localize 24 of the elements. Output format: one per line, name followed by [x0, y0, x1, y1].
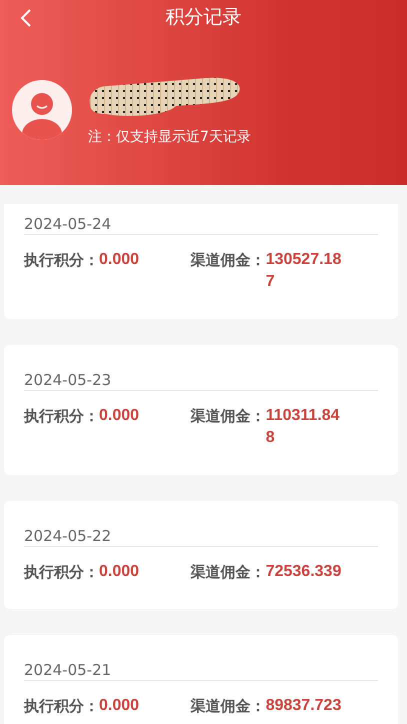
note-text: 注：仅支持显示近7天记录 [88, 128, 251, 146]
points-value: 0.000 [99, 562, 140, 582]
points-value: 0.000 [99, 250, 140, 270]
avatar-icon [12, 80, 72, 140]
record-date: 2024-05-21 [24, 660, 112, 680]
commission-label: 渠道佣金： [190, 406, 266, 427]
commission-label: 渠道佣金： [190, 250, 266, 271]
commission-value: 130527.187 [266, 250, 342, 292]
commission-value: 89837.723 [266, 696, 342, 716]
commission-label: 渠道佣金： [190, 696, 266, 717]
record-date: 2024-05-23 [24, 370, 112, 390]
points-label: 执行积分： [24, 406, 99, 427]
commission-value: 110311.848 [266, 406, 341, 448]
commission-label: 渠道佣金： [190, 562, 266, 583]
points-label: 执行积分： [24, 250, 99, 271]
commission-value: 72536.339 [266, 562, 342, 582]
points-label: 执行积分： [24, 696, 99, 717]
record-date: 2024-05-24 [24, 214, 112, 234]
points-value: 0.000 [99, 696, 140, 716]
points-value: 0.000 [99, 406, 140, 426]
page-title: 积分记录 [166, 5, 242, 30]
points-label: 执行积分： [24, 562, 99, 583]
record-date: 2024-05-22 [24, 526, 112, 546]
back-icon[interactable] [20, 9, 32, 27]
